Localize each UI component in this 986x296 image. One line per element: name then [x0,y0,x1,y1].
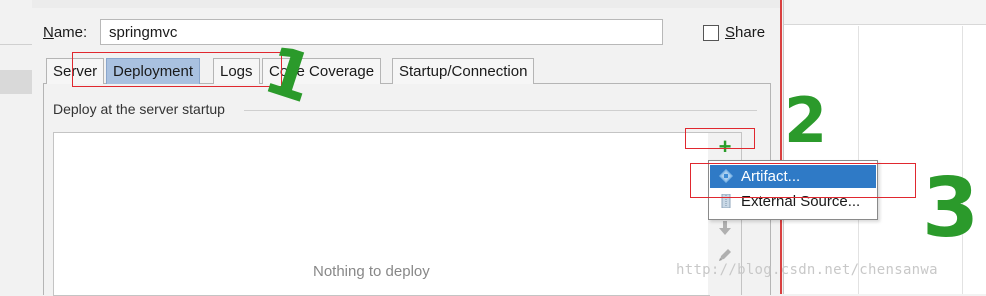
left-tree-selected-item[interactable] [0,70,32,94]
name-label: Name: [43,24,88,41]
tab-startup-connection[interactable]: Startup/Connection [392,58,535,84]
name-field[interactable] [100,19,663,45]
watermark-text: http://blog.csdn.net/chensanwa [676,262,938,278]
highlight-add-button [685,128,755,149]
dialog-top-strip [32,0,782,8]
arrow-down-icon[interactable] [714,220,736,242]
share-label[interactable]: Share [725,24,765,41]
left-pane-divider [0,44,32,45]
section-separator [244,110,757,111]
arrow-down-glyph [719,221,731,235]
deploy-section-label: Deploy at the server startup [53,101,225,117]
step-marker-3: 3 [922,161,980,256]
step-marker-2: 2 [784,84,828,157]
highlight-deployment-tab [72,52,282,87]
pencil-glyph [719,249,731,261]
background-editor-header [784,0,986,25]
empty-list-text: Nothing to deploy [313,263,430,280]
share-checkbox[interactable] [703,25,719,41]
highlight-artifact-item [690,163,916,198]
window-edge-border [780,0,782,294]
